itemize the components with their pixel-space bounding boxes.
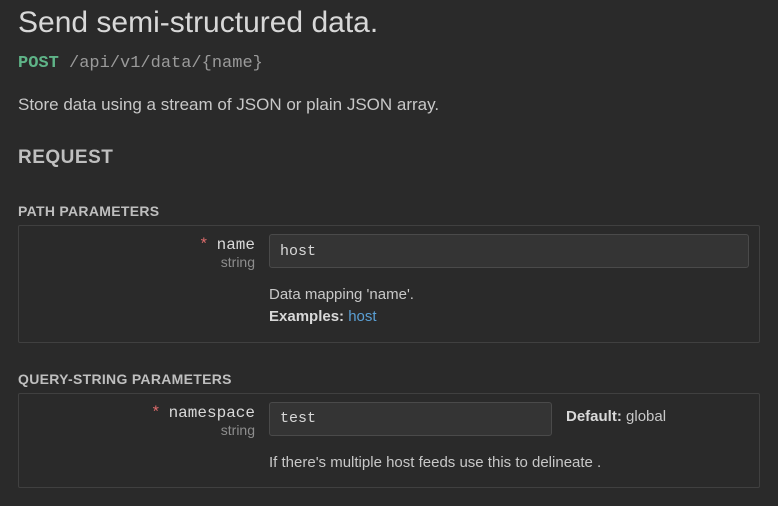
path-parameters-heading: PATH PARAMETERS — [18, 203, 760, 219]
param-type-label: string — [29, 254, 255, 270]
param-name-label: name — [217, 236, 255, 254]
example-link[interactable]: host — [348, 308, 376, 325]
endpoint-line: POST /api/v1/data/{name} — [18, 54, 760, 73]
endpoint-path: /api/v1/data/{name} — [69, 54, 263, 73]
name-input[interactable] — [269, 234, 749, 268]
default-label: Default: — [566, 408, 622, 425]
param-row: * name string — [29, 234, 749, 270]
param-row: * namespace string Default: global — [29, 402, 749, 438]
param-block-namespace: * namespace string Default: global If th… — [18, 393, 760, 489]
api-doc-page: Send semi-structured data. POST /api/v1/… — [0, 0, 778, 506]
endpoint-description: Store data using a stream of JSON or pla… — [18, 95, 760, 115]
param-desc-row: If there's multiple host feeds use this … — [29, 452, 749, 474]
param-value-col — [269, 234, 749, 268]
request-heading: REQUEST — [18, 147, 760, 169]
examples-label: Examples: — [269, 308, 344, 325]
param-label-col: * namespace string — [29, 402, 269, 438]
param-type-label: string — [29, 422, 255, 438]
param-desc-row: Data mapping 'name'. Examples: host — [29, 284, 749, 328]
required-star-icon: * — [199, 236, 209, 254]
param-label-col: * name string — [29, 234, 269, 270]
http-method: POST — [18, 54, 59, 73]
required-star-icon: * — [151, 404, 161, 422]
namespace-input[interactable] — [269, 402, 552, 436]
param-desc-text: If there's multiple host feeds use this … — [269, 454, 601, 471]
page-title: Send semi-structured data. — [18, 6, 760, 40]
default-col: Default: global — [566, 402, 716, 425]
param-name-label: namespace — [169, 404, 255, 422]
param-description: If there's multiple host feeds use this … — [269, 452, 749, 474]
param-description: Data mapping 'name'. Examples: host — [269, 284, 749, 328]
param-block-name: * name string Data mapping 'name'. Examp… — [18, 225, 760, 343]
default-value: global — [626, 408, 666, 425]
query-parameters-heading: QUERY-STRING PARAMETERS — [18, 371, 760, 387]
param-value-col: Default: global — [269, 402, 749, 436]
param-desc-text: Data mapping 'name'. — [269, 286, 414, 303]
